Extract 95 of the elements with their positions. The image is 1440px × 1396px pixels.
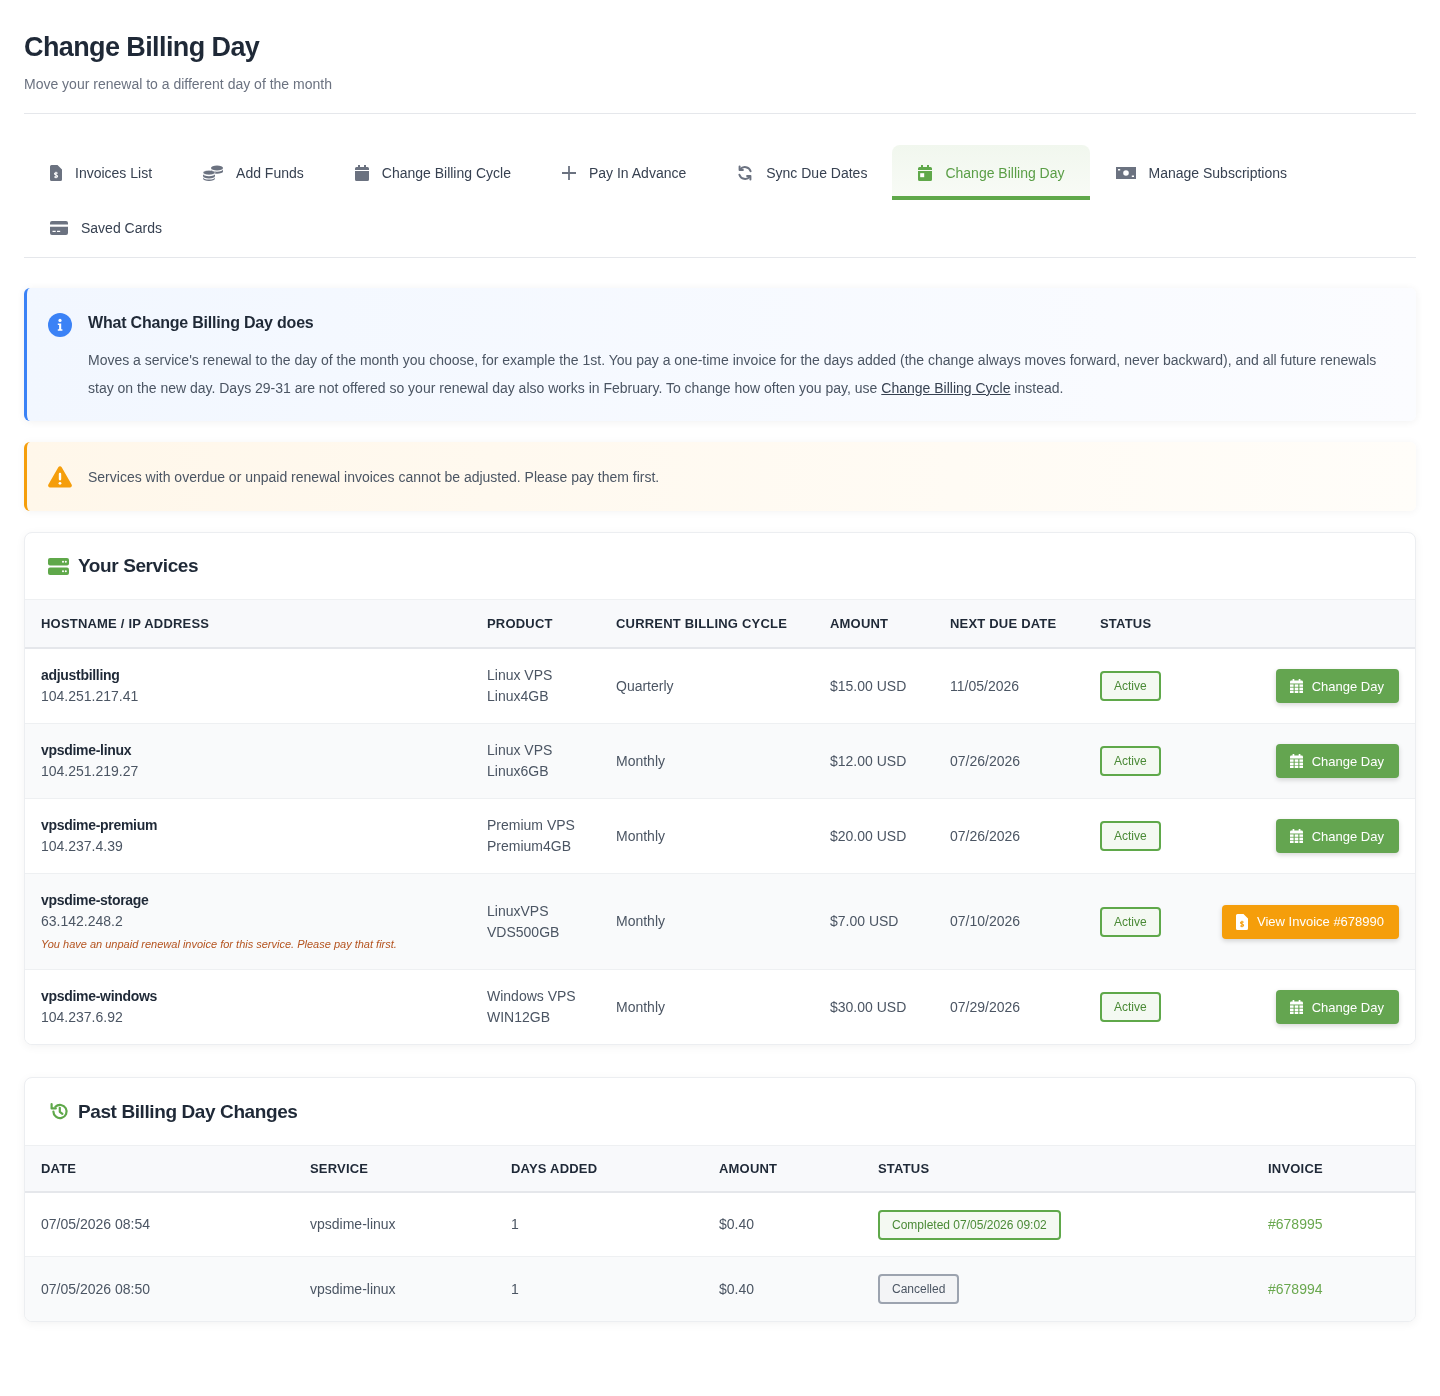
nav-tab[interactable]: Saved Cards bbox=[24, 200, 187, 255]
service-name: vpsdime-linux bbox=[310, 1215, 396, 1234]
nav-tab[interactable]: Pay In Advance bbox=[535, 145, 712, 200]
banknote-icon bbox=[1115, 165, 1136, 180]
product-name: Premium VPS bbox=[487, 816, 575, 835]
invoice-file-icon bbox=[1236, 913, 1249, 930]
service-name: vpsdime-linux bbox=[310, 1279, 396, 1299]
status-badge: Completed 07/05/2026 09:02 bbox=[878, 1209, 1061, 1240]
billing-cycle: Quarterly bbox=[616, 676, 674, 696]
warning-icon bbox=[48, 465, 72, 488]
product-name: Windows VPS bbox=[487, 987, 576, 1006]
calendar-icon bbox=[1289, 754, 1303, 768]
amount: $0.40 bbox=[719, 1279, 755, 1299]
column-header: DATE bbox=[41, 1160, 77, 1177]
hostname: adjustbilling bbox=[41, 666, 120, 685]
amount: $15.00 USD bbox=[830, 676, 907, 696]
hostname: vpsdime-storage bbox=[41, 891, 149, 910]
nav-tab[interactable]: Change Billing Cycle bbox=[328, 145, 536, 200]
status-badge: Active bbox=[1100, 992, 1161, 1022]
calendar-icon bbox=[1289, 679, 1303, 693]
ip-address: 104.251.217.41 bbox=[41, 687, 139, 706]
column-header: AMOUNT bbox=[830, 615, 889, 632]
refresh-icon bbox=[737, 164, 754, 181]
info-title: What Change Billing Day does bbox=[88, 313, 315, 333]
due-date: 07/26/2026 bbox=[950, 751, 1021, 771]
date-time: 07/05/2026 08:54 bbox=[41, 1215, 150, 1234]
plan-name: Linux6GB bbox=[487, 762, 549, 781]
column-header: DAYS ADDED bbox=[511, 1160, 598, 1177]
status-badge: Active bbox=[1100, 671, 1161, 701]
column-header: CURRENT BILLING CYCLE bbox=[616, 615, 788, 632]
product-name: Linux VPS bbox=[487, 666, 553, 685]
plus-icon bbox=[561, 165, 576, 180]
invoice-file-icon bbox=[50, 164, 62, 181]
ip-address: 104.251.219.27 bbox=[41, 762, 139, 781]
column-header: PRODUCT bbox=[487, 615, 553, 632]
card-title: Your Services bbox=[78, 554, 199, 578]
text-link[interactable]: Change Billing Cycle bbox=[881, 380, 1011, 396]
history-icon bbox=[50, 1102, 69, 1121]
nav-tab[interactable]: Sync Due Dates bbox=[711, 145, 893, 200]
plan-name: Premium4GB bbox=[487, 837, 572, 856]
unpaid-notice: You have an unpaid renewal invoice for this service. Please pay that first. bbox=[41, 937, 397, 952]
coins-icon bbox=[203, 164, 224, 181]
billing-cycle: Monthly bbox=[616, 826, 666, 846]
page-subtitle: Move your renewal to a different day of the month bbox=[24, 75, 333, 93]
amount: $7.00 USD bbox=[830, 912, 899, 931]
column-header: INVOICE bbox=[1268, 1160, 1323, 1177]
date-time: 07/05/2026 08:50 bbox=[41, 1279, 150, 1299]
column-header: SERVICE bbox=[310, 1160, 369, 1177]
status-badge: Cancelled bbox=[878, 1274, 960, 1304]
amount: $0.40 bbox=[719, 1215, 755, 1234]
nav-tab[interactable]: Manage Subscriptions bbox=[1089, 145, 1313, 200]
calendar-icon bbox=[1289, 1000, 1303, 1014]
calendar-icon bbox=[1289, 829, 1303, 843]
ip-address: 104.237.4.39 bbox=[41, 837, 123, 856]
amount: $12.00 USD bbox=[830, 751, 907, 771]
ip-address: 104.237.6.92 bbox=[41, 1008, 123, 1027]
card-title: Past Billing Day Changes bbox=[78, 1099, 298, 1124]
nav-tab[interactable]: Invoices List bbox=[24, 145, 178, 200]
due-date: 07/29/2026 bbox=[950, 997, 1021, 1017]
amount: $20.00 USD bbox=[830, 826, 907, 846]
calendar-icon bbox=[354, 164, 369, 181]
column-header: STATUS bbox=[878, 1160, 930, 1177]
plan-name: Linux4GB bbox=[487, 687, 549, 706]
calendar-icon bbox=[918, 164, 933, 181]
nav-tab[interactable]: Add Funds bbox=[177, 145, 329, 200]
due-date: 11/05/2026 bbox=[950, 676, 1020, 696]
hostname: vpsdime-windows bbox=[41, 987, 158, 1006]
column-header: NEXT DUE DATE bbox=[950, 615, 1057, 632]
amount: $30.00 USD bbox=[830, 997, 907, 1017]
server-icon bbox=[48, 557, 69, 575]
hostname: vpsdime-linux bbox=[41, 741, 132, 760]
plan-name: VDS500GB bbox=[487, 922, 560, 942]
billing-cycle: Monthly bbox=[616, 997, 666, 1017]
due-date: 07/26/2026 bbox=[950, 826, 1021, 846]
product-name: Linux VPS bbox=[487, 741, 553, 760]
days-added: 1 bbox=[511, 1215, 519, 1234]
warning-text: Services with overdue or unpaid renewal invoices cannot be adjusted. Please pay them first. bbox=[88, 467, 660, 487]
plan-name: WIN12GB bbox=[487, 1008, 550, 1027]
info-icon bbox=[48, 313, 72, 337]
billing-cycle: Monthly bbox=[616, 751, 666, 771]
column-header: AMOUNT bbox=[719, 1160, 778, 1177]
column-header: HOSTNAME / IP ADDRESS bbox=[41, 615, 210, 632]
billing-cycle: Monthly bbox=[616, 912, 666, 931]
credit-card-icon bbox=[50, 220, 68, 235]
status-badge: Active bbox=[1100, 821, 1161, 851]
days-added: 1 bbox=[511, 1279, 519, 1299]
due-date: 07/10/2026 bbox=[950, 912, 1021, 931]
status-badge: Active bbox=[1100, 746, 1161, 776]
hostname: vpsdime-premium bbox=[41, 816, 158, 835]
product-name: LinuxVPS bbox=[487, 901, 549, 921]
ip-address: 63.142.248.2 bbox=[41, 912, 123, 931]
column-header: STATUS bbox=[1100, 615, 1152, 632]
page-title: Change Billing Day bbox=[24, 31, 261, 64]
info-text: Moves a service's renewal to the day of the month you choose, for example the 1st. You pay a one-time invoice for the days added (the change always moves forward, never backward), and all future renewals stay on the new day. Days 29-31 are not offered so your renewal day also works in February. To change how often you pay, use Change Billing Cycle instead. bbox=[88, 351, 1378, 398]
status-badge: Active bbox=[1100, 906, 1161, 937]
